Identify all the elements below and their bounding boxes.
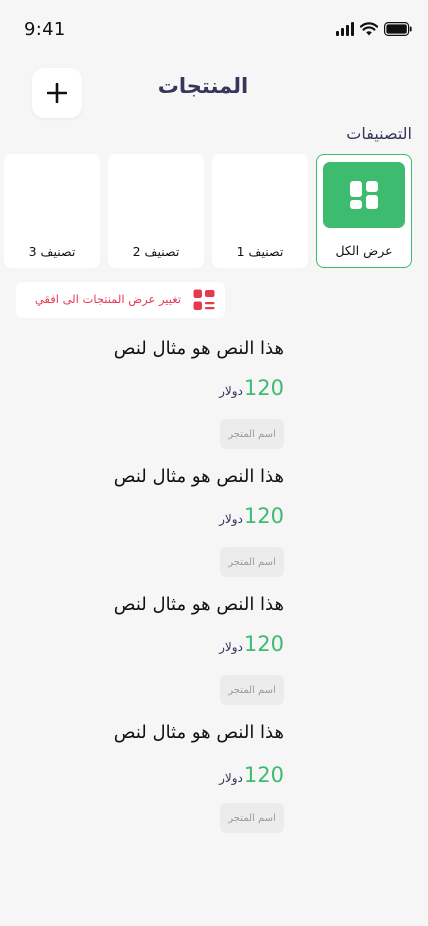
grid-icon [350, 181, 378, 209]
product-title: هذا النص هو مثال لنص [113, 466, 284, 487]
category-label: تصنيف 1 [236, 244, 284, 259]
list-layout-icon [193, 289, 215, 310]
product-currency: دولار [219, 384, 243, 398]
page-title: المنتجات [157, 74, 249, 98]
wifi-icon [360, 22, 378, 36]
categories-row: تصنيف 3 تصنيف 2 تصنيف 1 عرض الكل [4, 154, 412, 268]
category-all-icon-box [323, 162, 405, 228]
product-price-amount: 120 [243, 632, 284, 656]
product-price: دولار 120 [219, 504, 284, 528]
product-title: هذا النص هو مثال لنص [113, 722, 284, 743]
category-item-1[interactable]: تصنيف 1 [212, 154, 308, 268]
store-name-badge[interactable]: اسم المتجر [220, 419, 284, 449]
store-name-badge[interactable]: اسم المتجر [220, 803, 284, 833]
product-card[interactable]: هذا النص هو مثال لنص دولار 120 اسم المتج… [0, 458, 428, 586]
category-item-3[interactable]: تصنيف 3 [4, 154, 100, 268]
category-item-all[interactable]: عرض الكل [316, 154, 412, 268]
category-label: عرض الكل [335, 243, 393, 258]
status-time: 9:41 [24, 19, 66, 40]
product-price-amount: 120 [243, 763, 284, 787]
product-card[interactable]: هذا النص هو مثال لنص دولار 120 اسم المتج… [0, 330, 428, 458]
store-name-badge[interactable]: اسم المتجر [220, 547, 284, 577]
category-item-2[interactable]: تصنيف 2 [108, 154, 204, 268]
product-currency: دولار [219, 771, 243, 785]
product-price: دولار 120 [219, 376, 284, 400]
battery-icon [384, 22, 412, 36]
product-currency: دولار [219, 640, 243, 654]
toggle-horizontal-view-button[interactable]: تغيير عرض المنتجات الى افقي [16, 282, 225, 318]
categories-section-title: التصنيفات [346, 124, 412, 143]
product-currency: دولار [219, 512, 243, 526]
product-price-amount: 120 [243, 504, 284, 528]
cellular-signal-icon [336, 22, 354, 36]
product-card[interactable]: هذا النص هو مثال لنص دولار 120 اسم المتج… [0, 714, 428, 842]
toggle-view-label: تغيير عرض المنتجات الى افقي [34, 292, 181, 306]
store-name-badge[interactable]: اسم المتجر [220, 675, 284, 705]
product-card[interactable]: هذا النص هو مثال لنص دولار 120 اسم المتج… [0, 586, 428, 714]
category-label: تصنيف 3 [28, 244, 76, 259]
status-bar: 9:41 [0, 0, 428, 60]
status-icons [336, 22, 412, 36]
product-title: هذا النص هو مثال لنص [113, 594, 284, 615]
product-price: دولار 120 [219, 763, 284, 787]
product-price-amount: 120 [243, 376, 284, 400]
product-price: دولار 120 [219, 632, 284, 656]
category-label: تصنيف 2 [132, 244, 180, 259]
product-title: هذا النص هو مثال لنص [113, 338, 284, 359]
